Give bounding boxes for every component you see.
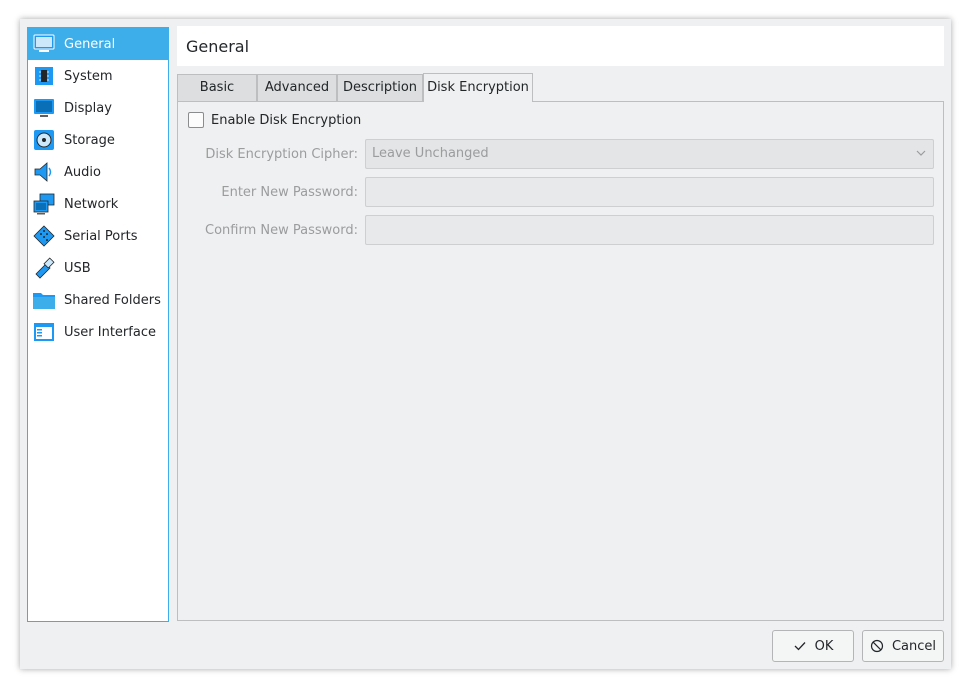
folder-icon	[31, 288, 57, 312]
tab-basic[interactable]: Basic	[177, 74, 257, 101]
storage-disc-icon	[31, 128, 57, 152]
sidebar-item-serial-ports[interactable]: Serial Ports	[28, 220, 168, 252]
speaker-icon	[31, 160, 57, 184]
sidebar-item-display[interactable]: Display	[28, 92, 168, 124]
chevron-down-icon	[915, 147, 927, 159]
chip-icon	[31, 64, 57, 88]
sidebar-item-general[interactable]: General	[28, 28, 168, 60]
ok-button[interactable]: OK	[772, 630, 854, 662]
disk-encryption-panel: Enable Disk Encryption Disk Encryption C…	[177, 101, 944, 621]
confirm-password-input[interactable]	[365, 215, 934, 245]
cancel-button-label: Cancel	[891, 638, 937, 654]
sidebar-item-label: System	[64, 68, 113, 84]
monitor-icon	[31, 32, 57, 56]
settings-sidebar: General System Display Storage Audio Net…	[27, 27, 169, 622]
new-password-label: Enter New Password:	[221, 185, 358, 200]
sidebar-item-label: General	[64, 36, 116, 52]
sidebar-item-label: User Interface	[64, 324, 156, 340]
enable-disk-encryption-checkbox[interactable]	[188, 112, 204, 128]
cipher-value: Leave Unchanged	[372, 146, 489, 161]
sidebar-item-label: Display	[64, 100, 112, 116]
sidebar-item-label: Serial Ports	[64, 228, 138, 244]
page-header: General	[177, 26, 944, 66]
sidebar-item-label: Audio	[64, 164, 101, 180]
tab-advanced[interactable]: Advanced	[257, 74, 337, 101]
ok-button-label: OK	[814, 638, 834, 654]
sidebar-item-label: Storage	[64, 132, 115, 148]
sidebar-item-system[interactable]: System	[28, 60, 168, 92]
cancel-icon	[870, 639, 884, 653]
enable-disk-encryption-label: Enable Disk Encryption	[211, 112, 362, 128]
usb-icon	[31, 256, 57, 280]
sidebar-item-storage[interactable]: Storage	[28, 124, 168, 156]
cancel-button[interactable]: Cancel	[862, 630, 944, 662]
sidebar-item-audio[interactable]: Audio	[28, 156, 168, 188]
user-interface-icon	[31, 320, 57, 344]
sidebar-item-network[interactable]: Network	[28, 188, 168, 220]
sidebar-item-shared-folders[interactable]: Shared Folders	[28, 284, 168, 316]
sidebar-item-label: Network	[64, 196, 119, 212]
sidebar-item-user-interface[interactable]: User Interface	[28, 316, 168, 348]
tab-disk-encryption[interactable]: Disk Encryption	[423, 73, 533, 102]
tab-bar: Basic Advanced Description Disk Encrypti…	[177, 73, 944, 102]
confirm-password-label: Confirm New Password:	[205, 223, 358, 238]
sidebar-item-label: USB	[64, 260, 91, 276]
settings-dialog: General System Display Storage Audio Net…	[20, 19, 951, 669]
cipher-select[interactable]: Leave Unchanged	[365, 139, 934, 169]
sidebar-item-usb[interactable]: USB	[28, 252, 168, 284]
enable-disk-encryption-row[interactable]: Enable Disk Encryption	[188, 112, 361, 128]
sidebar-item-label: Shared Folders	[64, 292, 161, 308]
check-icon	[793, 639, 807, 653]
page-title: General	[186, 37, 250, 56]
new-password-input[interactable]	[365, 177, 934, 207]
cipher-label: Disk Encryption Cipher:	[205, 147, 358, 162]
network-icon	[31, 192, 57, 216]
tab-description[interactable]: Description	[337, 74, 423, 101]
serial-port-icon	[31, 224, 57, 248]
display-icon	[31, 96, 57, 120]
